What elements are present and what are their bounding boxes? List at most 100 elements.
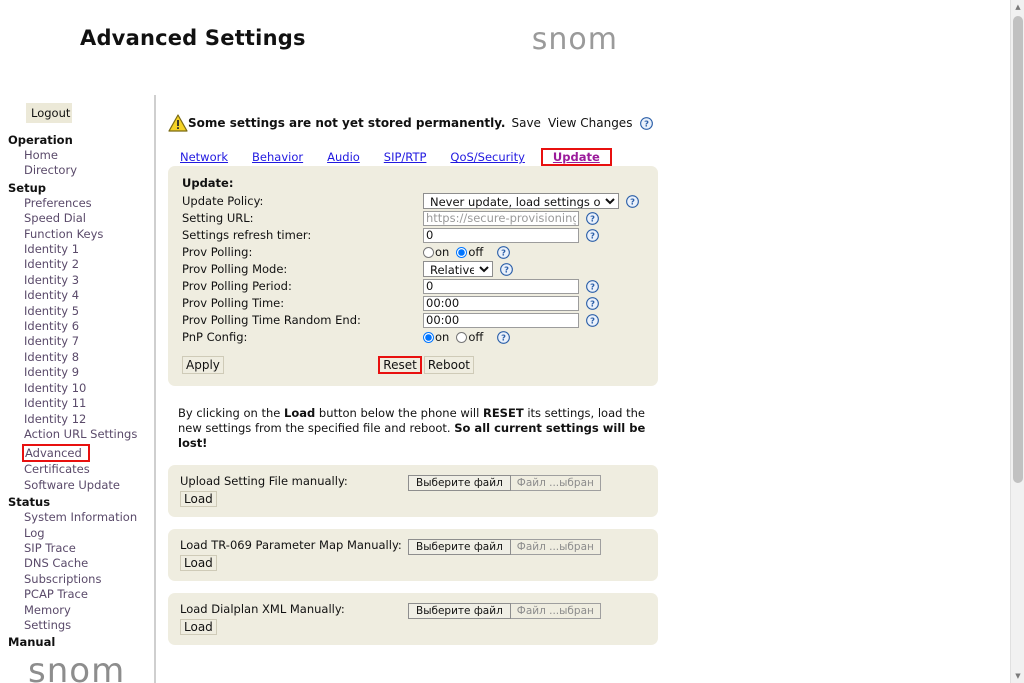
sidebar-item-identity-8[interactable]: Identity 8 [24, 350, 154, 365]
sidebar-item-dns-cache[interactable]: DNS Cache [24, 556, 154, 571]
main-content: Some settings are not yet stored permane… [168, 108, 998, 657]
load-dialplan-xml-file-control[interactable]: Выберите файл Файл ...ыбран [408, 603, 601, 619]
sidebar-item-identity-4[interactable]: Identity 4 [24, 288, 154, 303]
sidebar-item-identity-7[interactable]: Identity 7 [24, 334, 154, 349]
view-changes-link[interactable]: View Changes [547, 115, 634, 131]
update-settings-panel: Update: Update Policy: Never update, load… [168, 166, 658, 386]
warn-part1: By clicking on the [178, 406, 284, 420]
help-icon-prov-polling-mode[interactable]: ? [500, 262, 513, 276]
help-icon-prov-polling-period[interactable]: ? [586, 279, 599, 293]
load-tr069-parameter-map-file-control[interactable]: Выберите файл Файл ...ыбран [408, 539, 601, 555]
update-policy-select[interactable]: Never update, load settings only [423, 193, 619, 209]
sidebar-item-software-update[interactable]: Software Update [24, 478, 154, 493]
sidebar-item-identity-2[interactable]: Identity 2 [24, 257, 154, 272]
prov-polling-radio-on[interactable] [423, 246, 434, 258]
sidebar-item-identity-3[interactable]: Identity 3 [24, 273, 154, 288]
help-icon-setting-url[interactable]: ? [586, 211, 599, 225]
prov-polling-label-on[interactable]: on [435, 245, 449, 259]
sidebar-item-identity-6[interactable]: Identity 6 [24, 319, 154, 334]
upload-setting-file-load-button[interactable]: Load [180, 491, 217, 507]
form-row-pnp-config: PnP Config: on off? [182, 329, 644, 345]
sidebar-item-preferences[interactable]: Preferences [24, 196, 154, 211]
prov-polling-label-off[interactable]: off [468, 245, 483, 259]
load-dialplan-xml-load-button[interactable]: Load [180, 619, 217, 635]
control-setting-url: ? [423, 210, 599, 226]
sidebar-item-identity-5[interactable]: Identity 5 [24, 304, 154, 319]
prov-polling-time-input[interactable] [423, 295, 579, 311]
sidebar-item-action-url-settings[interactable]: Action URL Settings [24, 427, 154, 442]
control-prov-polling-time: ? [423, 295, 599, 311]
load-tr069-parameter-map-load-button[interactable]: Load [180, 555, 217, 571]
help-icon-pnp-config[interactable]: ? [497, 330, 511, 344]
sidebar-item-settings[interactable]: Settings [24, 618, 154, 633]
tab-qos-security[interactable]: QoS/Security [438, 149, 537, 166]
sidebar-group-manual: Manual [8, 635, 56, 650]
panel-load-tr069-parameter-map: Load TR-069 Parameter Map Manually: Load В… [168, 529, 658, 581]
prov-polling-radio-off[interactable] [456, 246, 468, 258]
tab-update[interactable]: Update [540, 148, 612, 166]
upload-setting-file-file-status: Файл ...ыбран [510, 475, 601, 491]
sidebar-group-operation: Operation [8, 133, 73, 147]
sidebar-item-certificates[interactable]: Certificates [24, 462, 154, 477]
sidebar-item-pcap-trace[interactable]: PCAP Trace [24, 587, 154, 602]
tab-behavior[interactable]: Behavior [240, 149, 315, 166]
tab-sip-rtp[interactable]: SIP/RTP [372, 149, 439, 166]
sidebar-item-advanced[interactable]: Advanced [22, 444, 90, 463]
pnp-config-radio-group[interactable]: on off [423, 330, 490, 344]
sidebar-item-home[interactable]: Home [24, 148, 154, 163]
upload-setting-file-file-control[interactable]: Выберите файл Файл ...ыбран [408, 475, 601, 491]
vertical-scrollbar[interactable]: ▲ ▼ [1010, 0, 1024, 683]
apply-button[interactable]: Apply [182, 355, 224, 374]
sidebar-item-log[interactable]: Log [24, 526, 154, 541]
upload-setting-file-choose-file-button[interactable]: Выберите файл [408, 475, 511, 491]
svg-text:?: ? [590, 281, 595, 291]
sidebar-item-identity-1[interactable]: Identity 1 [24, 242, 154, 257]
help-icon-prov-polling-time[interactable]: ? [586, 296, 599, 310]
sidebar-item-system-information[interactable]: System Information [24, 510, 154, 525]
scrollbar-up-arrow[interactable]: ▲ [1011, 0, 1024, 14]
svg-text:?: ? [590, 230, 595, 240]
pnp-config-radio-off[interactable] [456, 331, 468, 343]
save-link[interactable]: Save [510, 115, 541, 131]
sidebar-item-function-keys[interactable]: Function Keys [24, 227, 154, 242]
help-icon-settings-refresh-timer[interactable]: ? [586, 228, 599, 242]
help-icon-prov-polling[interactable]: ? [497, 245, 511, 259]
load-tr069-parameter-map-choose-file-button[interactable]: Выберите файл [408, 539, 511, 555]
sidebar-item-speed-dial[interactable]: Speed Dial [24, 211, 154, 226]
pnp-config-label-on[interactable]: on [435, 330, 449, 344]
help-icon-update-policy[interactable]: ? [626, 194, 639, 208]
tab-audio[interactable]: Audio [315, 149, 372, 166]
sidebar-item-subscriptions[interactable]: Subscriptions [24, 572, 154, 587]
prov-polling-radio-group[interactable]: on off [423, 245, 490, 259]
svg-text:?: ? [630, 196, 635, 206]
sidebar-item-identity-11[interactable]: Identity 11 [24, 396, 154, 411]
prov-polling-time-random-end-input[interactable] [423, 312, 579, 328]
help-icon[interactable]: ? [640, 116, 654, 130]
reboot-button[interactable]: Reboot [423, 355, 474, 374]
scrollbar-down-arrow[interactable]: ▼ [1011, 669, 1024, 683]
sidebar-item-identity-9[interactable]: Identity 9 [24, 365, 154, 380]
help-icon-prov-polling-time-random-end[interactable]: ? [586, 313, 599, 327]
prov-polling-period-input[interactable] [423, 278, 579, 294]
control-update-policy: Never update, load settings only? [423, 193, 639, 209]
svg-text:?: ? [590, 213, 595, 223]
prov-polling-mode-select[interactable]: Relative [423, 261, 493, 277]
upload-panels-container: Upload Setting File manually: Load Выберит… [168, 465, 998, 645]
logout-button[interactable]: Logout [26, 103, 72, 123]
pnp-config-radio-on[interactable] [423, 331, 434, 343]
settings-tabbar: Network Behavior Audio SIP/RTP QoS/Security U… [168, 144, 998, 166]
sidebar-item-directory[interactable]: Directory [24, 163, 154, 178]
sidebar-item-memory[interactable]: Memory [24, 603, 154, 618]
settings-refresh-timer-input[interactable] [423, 227, 579, 243]
form-row-setting-url: Setting URL:? [182, 210, 644, 226]
sidebar-item-identity-10[interactable]: Identity 10 [24, 381, 154, 396]
sidebar-item-identity-12[interactable]: Identity 12 [24, 412, 154, 427]
reset-button[interactable]: Reset [378, 355, 422, 374]
sidebar-item-sip-trace[interactable]: SIP Trace [24, 541, 154, 556]
pnp-config-label-off[interactable]: off [468, 330, 483, 344]
svg-text:?: ? [501, 332, 506, 342]
tab-network[interactable]: Network [168, 149, 240, 166]
load-dialplan-xml-choose-file-button[interactable]: Выберите файл [408, 603, 511, 619]
setting-url-input[interactable] [423, 210, 579, 226]
scrollbar-thumb[interactable] [1013, 16, 1023, 483]
